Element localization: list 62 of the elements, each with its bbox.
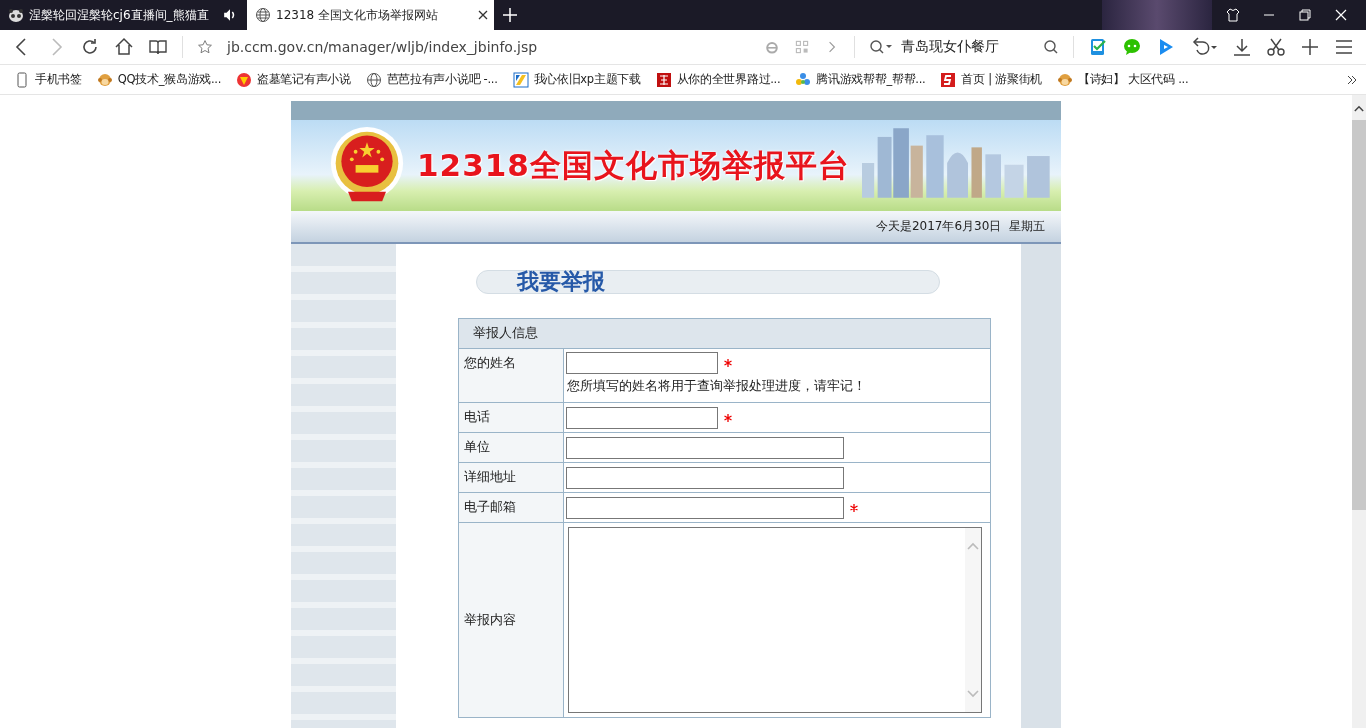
globe-icon (255, 7, 271, 23)
search-icon[interactable] (869, 39, 893, 55)
hint-text: 您所填写的姓名将用于查询举报处理进度，请牢记！ (566, 377, 867, 395)
banner-title: 12318全国文化市场举报平台 (417, 145, 850, 185)
tablet-check-icon[interactable] (1088, 37, 1108, 57)
monkey-icon (96, 71, 113, 88)
field-label: 举报内容 (458, 522, 564, 718)
restore-icon[interactable] (1298, 8, 1312, 22)
monkey-icon (1056, 71, 1073, 88)
tab-title: 12318 全国文化市场举报网站 (276, 6, 439, 24)
bookmark-link[interactable]: 芭芭拉有声小说吧 -... (365, 71, 498, 88)
field-label: 电子邮箱 (458, 492, 564, 523)
field-label: 单位 (458, 432, 564, 463)
browser-tab[interactable]: 12318 全国文化市场举报网站 (247, 0, 494, 30)
globe-icon (365, 71, 382, 88)
star-icon[interactable] (197, 39, 213, 55)
date-text: 今天是2017年6月30日 星期五 (875, 218, 1045, 235)
search-field[interactable]: 青岛现女仆餐厅 (869, 38, 1059, 56)
field-label: 您的姓名 (458, 348, 564, 403)
browser-tab[interactable]: 涅槃轮回涅槃轮cj6直播间_熊猫直 (0, 0, 247, 30)
new-tab-icon[interactable] (503, 8, 517, 22)
page-heading: 我要举报 (517, 268, 605, 296)
field-label: 电话 (458, 402, 564, 433)
bookmark-link[interactable]: 腾讯游戏帮帮_帮帮... (795, 71, 926, 88)
dots-icon (795, 71, 812, 88)
input-field[interactable] (566, 436, 844, 459)
section-header: 举报人信息 (458, 318, 991, 349)
address-field[interactable]: jb.ccm.gov.cn/manager/wljb/index_jbinfo.jsp (227, 39, 750, 55)
letter-logo-icon (940, 71, 957, 88)
home-icon[interactable] (114, 37, 134, 57)
search-icon[interactable] (1043, 39, 1059, 55)
speaker-icon[interactable] (223, 8, 237, 22)
menu-icon[interactable] (1334, 37, 1354, 57)
field-label: 详细地址 (458, 462, 564, 493)
close-icon[interactable] (478, 10, 488, 20)
bookmark-link[interactable]: 盗墓笔记有声小说 (236, 71, 351, 88)
double-chevron-icon[interactable] (1346, 73, 1358, 86)
scrollbar-thumb[interactable] (1352, 120, 1366, 510)
badge-icon (236, 71, 253, 88)
bookmark-link[interactable]: 手机书签 (14, 71, 82, 88)
scissors-icon[interactable] (1266, 37, 1286, 57)
panda-icon (8, 7, 24, 23)
bookmark-link[interactable]: 我心依旧xp主题下载 (512, 71, 641, 88)
shirt-icon[interactable] (1226, 8, 1240, 22)
bookmark-link[interactable]: 首页 | 游聚街机 (940, 71, 1042, 88)
undo-icon[interactable] (1190, 37, 1218, 57)
phone-icon (14, 71, 30, 88)
window-logo-icon (512, 71, 529, 88)
input-field[interactable] (566, 406, 718, 429)
bookmark-link[interactable]: QQ技术_猴岛游戏... (96, 71, 222, 88)
input-field[interactable] (566, 496, 844, 519)
input-field[interactable] (566, 352, 718, 374)
book-icon[interactable] (148, 37, 168, 57)
refresh-icon[interactable] (80, 37, 100, 57)
plus-icon[interactable] (1300, 37, 1320, 57)
caret-up-icon[interactable] (1354, 105, 1364, 112)
download-icon[interactable] (1232, 37, 1252, 57)
tab-title: 涅槃轮回涅槃轮cj6直播间_熊猫直 (29, 6, 210, 24)
scrollbar[interactable] (1352, 95, 1366, 728)
input-field[interactable] (566, 466, 844, 489)
bookmark-link[interactable]: 【诗妇】 大区代码 ... (1056, 71, 1189, 88)
bookmark-link[interactable]: 从你的全世界路过... (655, 71, 781, 88)
